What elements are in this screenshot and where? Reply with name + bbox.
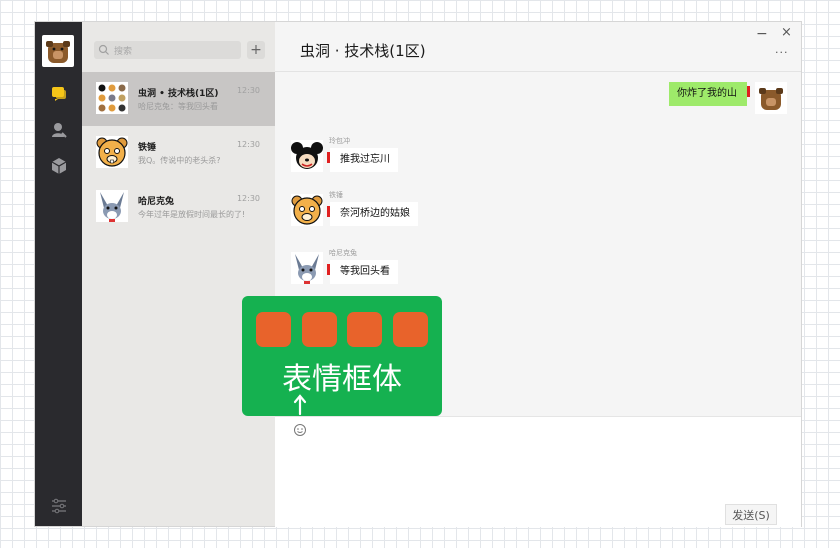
conversation-time: 12:30 [236,86,260,95]
message-composer[interactable]: 发送(S) [275,416,801,527]
message-sender: 玲包冲 [329,137,350,145]
close-button[interactable]: × [781,25,792,40]
chat-pane: 虫洞 · 技术栈(1区) − × ··· 你炸了我的山 玲包冲 推我过忘川 铁锤… [275,22,801,527]
conversation-list: 搜索 + 虫洞 • 技术栈(1区) 12:30 哈尼克兔：等我回头看 铁锤 12… [82,22,275,526]
search-placeholder: 搜索 [114,47,133,57]
emoji-panel-label: 表情框体 [282,362,402,397]
box-icon[interactable] [49,156,69,176]
conversation-item[interactable]: 哈尼克兔 12:30 今年过年是放假时间最长的了! [82,180,275,234]
conversation-preview: 我Q。传说中的老头杀? [138,156,221,165]
group-avatar [96,82,128,114]
conversation-time: 12:30 [236,140,260,149]
emoji-panel-annotation: 表情框体 [242,296,442,416]
contacts-icon[interactable] [49,120,69,140]
sticker-placeholder [302,312,337,347]
conversation-name: 虫洞 • 技术栈(1区) [138,89,219,99]
chat-title: 虫洞 · 技术栈(1区) [300,42,426,60]
message-sender: 哈尼克兔 [329,249,357,257]
sticker-placeholder [256,312,291,347]
conversation-time: 12:30 [236,194,260,203]
message-bubble: 奈河桥边的姑娘 [327,202,418,226]
rabbit-avatar [291,252,323,284]
nav-sidebar [35,22,82,526]
add-button[interactable]: + [247,41,265,59]
app-window: 搜索 + 虫洞 • 技术栈(1区) 12:30 哈尼克兔：等我回头看 铁锤 12… [35,22,801,527]
conversation-item[interactable]: 铁锤 12:30 我Q。传说中的老头杀? [82,126,275,180]
bear-avatar [291,194,323,226]
message-sender: 铁锤 [329,191,343,199]
bear-avatar [96,136,128,168]
message-bubble: 推我过忘川 [327,148,398,172]
user-avatar[interactable] [42,35,74,67]
conversation-preview: 哈尼克兔：等我回头看 [138,102,218,111]
chat-header: 虫洞 · 技术栈(1区) − × ··· [275,22,801,72]
sticker-placeholder [347,312,382,347]
send-button[interactable]: 发送(S) [725,504,777,525]
settings-icon[interactable] [49,496,69,516]
chat-icon[interactable] [49,84,69,104]
conversation-preview: 今年过年是放假时间最长的了! [138,210,246,219]
my-avatar [755,82,787,114]
conversation-item[interactable]: 虫洞 • 技术栈(1区) 12:30 哈尼克兔：等我回头看 [82,72,275,126]
emoji-icon[interactable] [293,423,307,437]
search-input[interactable]: 搜索 [94,41,241,59]
arrow-up-icon [293,394,307,416]
search-icon [98,44,109,55]
more-button[interactable]: ··· [775,46,789,59]
minimize-button[interactable]: − [756,26,768,42]
conversation-name: 铁锤 [138,143,157,153]
sticker-placeholder [393,312,428,347]
my-message-bubble: 你炸了我的山 [669,82,750,106]
message-bubble: 等我回头看 [327,260,398,284]
rabbit-avatar [96,190,128,222]
conversation-name: 哈尼克兔 [138,197,175,207]
mickey-avatar [291,140,323,172]
